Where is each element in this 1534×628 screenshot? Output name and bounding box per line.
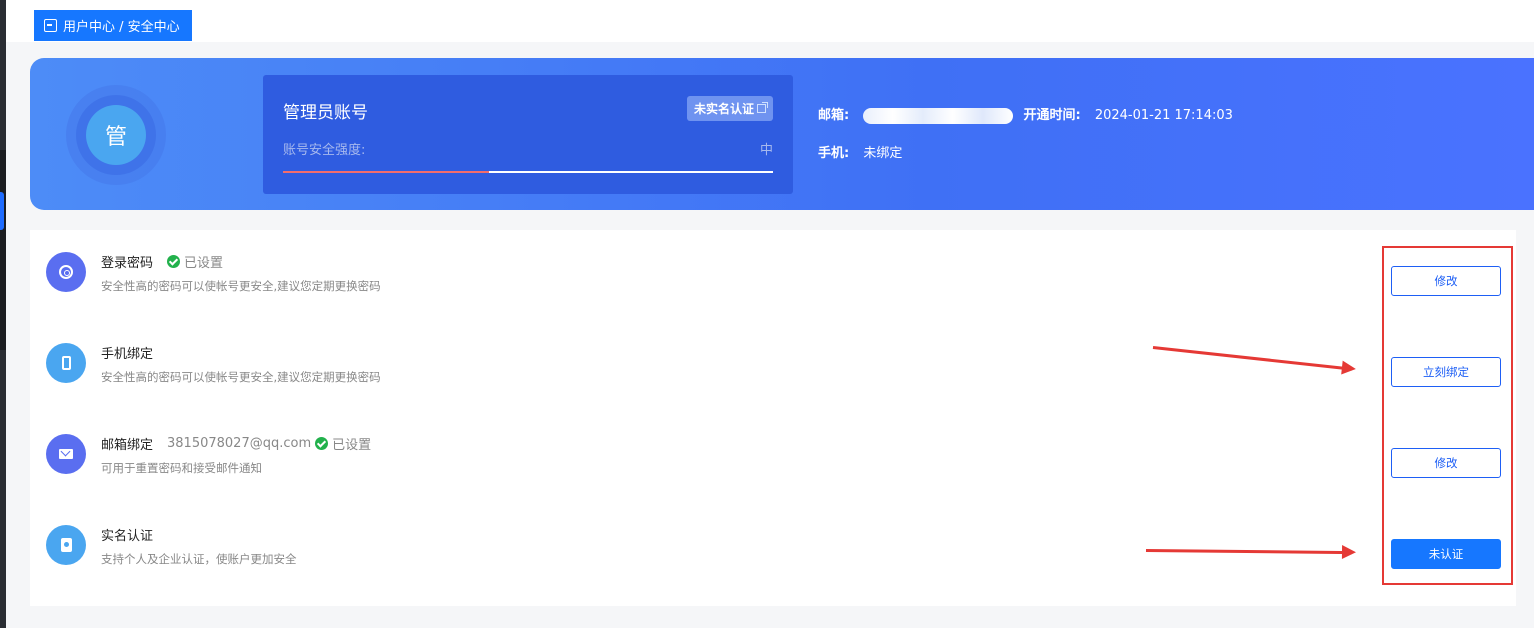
breadcrumb-tab[interactable]: 用户中心 / 安全中心 [34, 10, 192, 41]
login-icon [44, 19, 57, 32]
item-icon-circle [46, 434, 86, 474]
realname-badge-label: 未实名认证 [693, 102, 754, 116]
bound-email: 3815078027@qq.com [167, 436, 312, 451]
item-title-row: 邮箱绑定 3815078027@qq.com 已设置 [101, 434, 371, 453]
item-status: 3815078027@qq.com 已设置 [167, 434, 371, 453]
account-hero-banner: 管 管理员账号 未实名认证 账号安全强度: 中 邮箱: 开通时间: 2024-0… [30, 58, 1534, 210]
item-title-row: 登录密码 已设置 [101, 252, 223, 271]
account-card: 管理员账号 未实名认证 账号安全强度: 中 [263, 75, 793, 194]
id-card-icon [60, 538, 72, 552]
phone-icon [61, 356, 71, 370]
item-title: 实名认证 [101, 529, 154, 544]
item-title: 手机绑定 [101, 347, 154, 362]
item-desc: 安全性高的密码可以使帐号更安全,建议您定期更换密码 [101, 370, 381, 384]
check-circle-icon [315, 437, 329, 450]
list-item-phone-binding: 手机绑定 安全性高的密码可以使帐号更安全,建议您定期更换密码 立刻绑定 [30, 321, 1516, 411]
phone-info: 手机: 未绑定 [818, 142, 902, 161]
phone-value: 未绑定 [863, 146, 903, 161]
left-sidebar-strip [0, 0, 6, 628]
sidebar-dark-block [0, 150, 6, 350]
open-time-key: 开通时间: [1023, 108, 1081, 123]
fingerprint-icon [59, 265, 73, 279]
top-bar: 用户中心 / 安全中心 [6, 0, 1534, 42]
item-status-label: 已设置 [332, 438, 372, 453]
item-desc: 支持个人及企业认证，使账户更加安全 [101, 552, 297, 566]
item-status-label: 已设置 [184, 256, 224, 271]
item-desc: 安全性高的密码可以使帐号更安全,建议您定期更换密码 [101, 279, 381, 293]
realname-badge[interactable]: 未实名认证 [687, 96, 773, 121]
list-item-login-password: 登录密码 已设置 安全性高的密码可以使帐号更安全,建议您定期更换密码 修改 [30, 230, 1516, 320]
avatar: 管 [86, 105, 146, 165]
item-title: 登录密码 [101, 256, 154, 271]
item-icon-circle [46, 525, 86, 565]
email-info: 邮箱: 开通时间: 2024-01-21 17:14:03 [818, 104, 1233, 124]
item-icon-circle [46, 343, 86, 383]
strength-progress-fill [283, 171, 489, 173]
phone-key: 手机: [818, 146, 850, 161]
email-masked-value [863, 107, 1014, 124]
strength-progress-bar [283, 171, 773, 173]
item-title-row: 手机绑定 [101, 343, 153, 362]
item-status: 已设置 [167, 252, 223, 271]
item-desc: 可用于重置密码和接受邮件通知 [101, 461, 262, 475]
breadcrumb-text: 用户中心 / 安全中心 [63, 20, 180, 35]
mail-icon [59, 449, 73, 459]
external-link-icon [757, 102, 768, 113]
sidebar-active-indicator[interactable] [0, 192, 4, 230]
check-circle-icon [167, 255, 181, 268]
open-time-value: 2024-01-21 17:14:03 [1094, 108, 1233, 123]
item-title-row: 实名认证 [101, 525, 153, 544]
item-icon-circle [46, 252, 86, 292]
strength-label: 账号安全强度: [283, 143, 366, 158]
strength-level: 中 [759, 143, 773, 158]
account-title: 管理员账号 [283, 103, 368, 123]
list-item-email-binding: 邮箱绑定 3815078027@qq.com 已设置 可用于重置密码和接受邮件通… [30, 412, 1516, 502]
annotation-highlight-box [1382, 246, 1513, 585]
list-item-realname-auth: 实名认证 支持个人及企业认证，使账户更加安全 未认证 [30, 503, 1516, 593]
item-title: 邮箱绑定 [101, 438, 154, 453]
email-key: 邮箱: [818, 108, 850, 123]
